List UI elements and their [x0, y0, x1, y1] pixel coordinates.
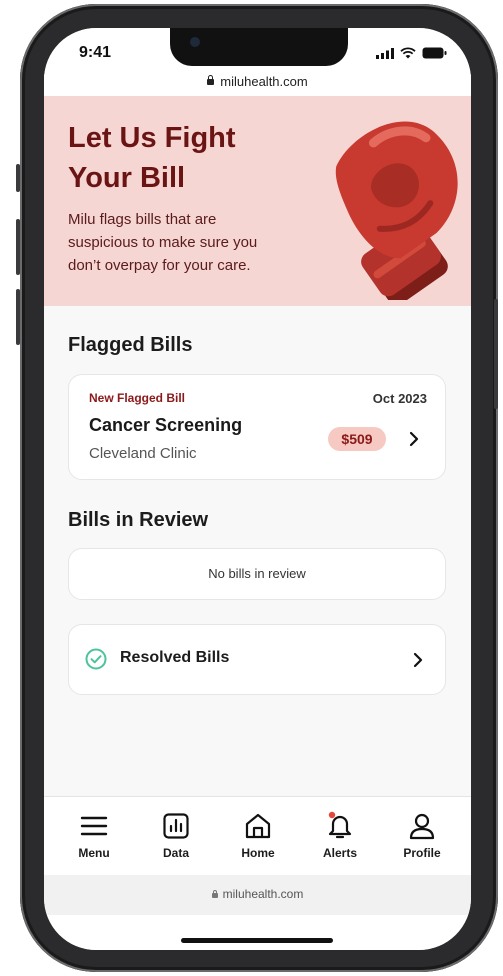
- lock-icon: [207, 75, 215, 85]
- tab-menu[interactable]: Menu: [59, 811, 129, 860]
- flagged-bills-title: Flagged Bills: [68, 334, 193, 356]
- bell-icon: [328, 811, 352, 839]
- flagged-bill-amount: $509: [328, 427, 386, 451]
- hero-title: Let Us Fight Your Bill: [68, 122, 236, 194]
- bills-in-review-card: No bills in review: [68, 548, 446, 600]
- footer-url-text: miluhealth.com: [222, 887, 304, 901]
- battery-icon: [422, 47, 447, 59]
- tab-profile-label: Profile: [403, 846, 441, 860]
- profile-icon: [409, 813, 435, 840]
- wifi-icon: [400, 47, 416, 59]
- tab-home-label: Home: [241, 846, 275, 860]
- no-bills-message: No bills in review: [208, 566, 306, 581]
- phone-screen: 9:41 miluhealth.com Let Us Fight Your Bi…: [44, 28, 471, 950]
- lock-icon: [211, 890, 218, 898]
- home-indicator[interactable]: [181, 938, 333, 943]
- resolved-bills-row[interactable]: Resolved Bills: [68, 624, 446, 695]
- tab-data[interactable]: Data: [141, 811, 211, 860]
- hero-description: Milu flags bills that are suspicious to …: [68, 211, 258, 274]
- tab-alerts[interactable]: Alerts: [305, 811, 375, 860]
- status-time: 9:41: [79, 44, 112, 61]
- flagged-bill-name: Cancer Screening: [89, 415, 243, 435]
- menu-icon: [80, 816, 108, 836]
- tab-profile[interactable]: Profile: [387, 811, 457, 860]
- alert-badge: [328, 811, 336, 819]
- bottom-tab-bar: Menu Data Home Alerts Profile: [44, 796, 471, 875]
- chevron-right-icon[interactable]: [406, 431, 422, 447]
- flagged-bill-provider: Cleveland Clinic: [89, 445, 197, 462]
- tab-home[interactable]: Home: [223, 811, 293, 860]
- power-button: [494, 299, 498, 409]
- tab-alerts-label: Alerts: [322, 846, 357, 860]
- mute-switch: [16, 164, 20, 192]
- bills-in-review-title: Bills in Review: [68, 509, 209, 531]
- flagged-bill-card[interactable]: New Flagged Bill Oct 2023 Cancer Screeni…: [68, 374, 446, 480]
- resolved-bills-label: Resolved Bills: [120, 649, 230, 666]
- check-circle-icon: [85, 648, 107, 670]
- footer-address-bar[interactable]: miluhealth.com: [44, 875, 471, 915]
- boxing-glove-icon: [335, 121, 458, 300]
- flagged-bill-date: Oct 2023: [372, 391, 427, 406]
- chart-icon: [163, 813, 189, 839]
- address-bar[interactable]: miluhealth.com: [44, 74, 471, 96]
- system-icons: [376, 47, 447, 59]
- chevron-right-icon[interactable]: [410, 652, 426, 668]
- tab-menu-label: Menu: [78, 846, 110, 860]
- flagged-bill-label: New Flagged Bill: [89, 391, 186, 405]
- home-icon: [245, 813, 271, 839]
- address-url: miluhealth.com: [220, 74, 308, 89]
- notch: [170, 28, 348, 66]
- camera-icon: [190, 37, 200, 47]
- volume-down-button: [16, 289, 20, 345]
- tab-data-label: Data: [162, 846, 189, 860]
- hero-banner: Let Us Fight Your Bill Milu flags bills …: [44, 96, 471, 306]
- bottom-safe-area: [44, 915, 471, 950]
- volume-up-button: [16, 219, 20, 275]
- signal-icon: [376, 47, 394, 59]
